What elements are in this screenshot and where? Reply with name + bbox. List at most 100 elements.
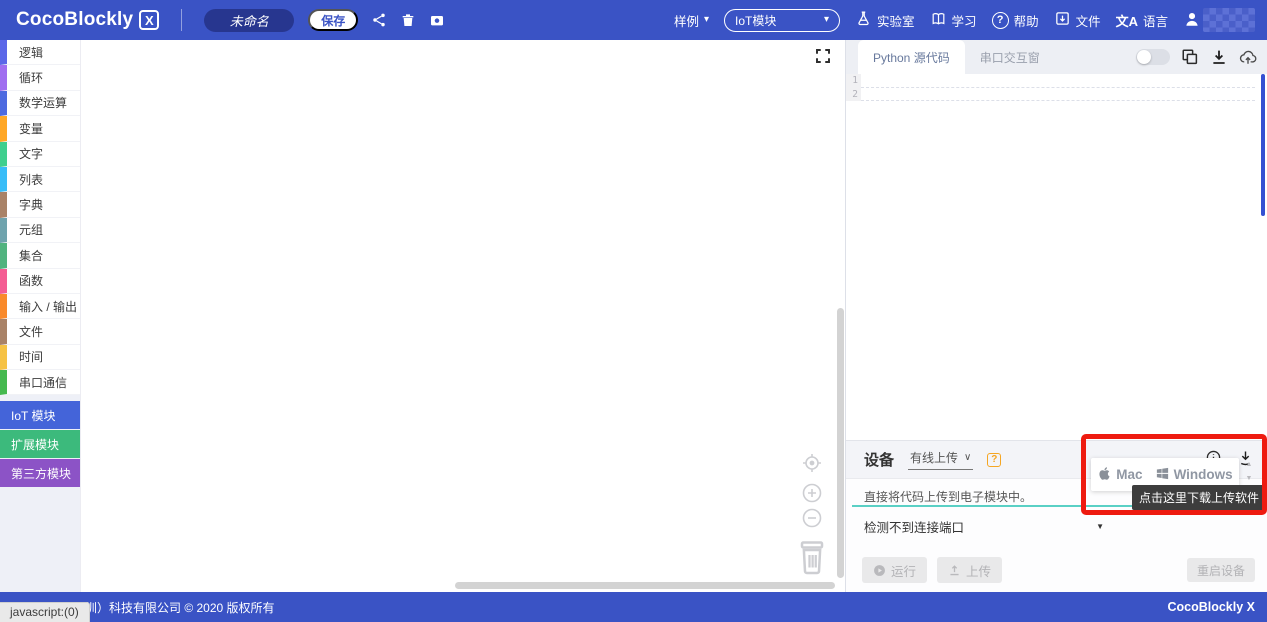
- screenshot-camera-icon[interactable]: [428, 12, 445, 29]
- sidebar-item-tuple[interactable]: 元组: [0, 218, 80, 243]
- footer-brand: CocoBlockly X: [1167, 600, 1255, 614]
- cloud-upload-icon[interactable]: [1239, 48, 1257, 66]
- line-number: 1: [846, 74, 861, 88]
- run-button[interactable]: 运行: [862, 557, 927, 583]
- module-label: IoT 模块: [11, 407, 55, 424]
- sidebar-item-loop[interactable]: 循环: [0, 65, 80, 90]
- select-caret-icon: ▼: [1096, 522, 1104, 531]
- trash-icon[interactable]: [797, 540, 827, 576]
- book-icon: [930, 10, 947, 30]
- device-panel: 设备 有线上传 ∨ ?: [846, 440, 1267, 592]
- caret-down-icon: ▾: [824, 15, 829, 25]
- download-windows-button[interactable]: Windows: [1155, 466, 1233, 484]
- sidebar-item-extension-module[interactable]: 扩展模块: [0, 430, 80, 458]
- port-status-text: 检测不到连接端口: [864, 517, 964, 536]
- code-line-row: 2: [846, 88, 1267, 102]
- upload-button[interactable]: 上传: [937, 557, 1002, 583]
- module-selector-dropdown[interactable]: IoT模块 ▾: [724, 9, 840, 32]
- sidebar-item-io[interactable]: 输入 / 输出: [0, 294, 80, 319]
- download-code-icon[interactable]: [1210, 48, 1228, 66]
- category-label: 列表: [19, 171, 43, 188]
- vertical-scrollbar[interactable]: [837, 308, 844, 578]
- module-selector-value: IoT模块: [735, 12, 776, 29]
- windows-icon: [1155, 466, 1170, 484]
- brand-logo: CocoBlockly X: [16, 9, 159, 31]
- sidebar-item-time[interactable]: 时间: [0, 345, 80, 370]
- category-label: 变量: [19, 120, 43, 137]
- brand-badge: X: [139, 10, 159, 30]
- category-label: 数学运算: [19, 94, 67, 111]
- sidebar-item-thirdparty-module[interactable]: 第三方模块: [0, 459, 80, 487]
- sidebar-item-list[interactable]: 列表: [0, 167, 80, 192]
- brand-name: CocoBlockly: [16, 9, 133, 31]
- code-sync-toggle[interactable]: [1136, 49, 1170, 65]
- sidebar-item-set[interactable]: 集合: [0, 243, 80, 268]
- sidebar-item-serial[interactable]: 串口通信: [0, 370, 80, 395]
- fullscreen-icon[interactable]: [814, 47, 832, 65]
- code-scrollbar[interactable]: [1261, 74, 1265, 216]
- sidebar-item-dictionary[interactable]: 字典: [0, 192, 80, 217]
- code-tabbar: Python 源代码 串口交互窗: [846, 40, 1267, 74]
- zoom-in-icon[interactable]: [800, 481, 824, 505]
- nav-learn[interactable]: 学习: [930, 10, 977, 30]
- nav-language-label: 语言: [1143, 11, 1168, 30]
- category-label: 串口通信: [19, 374, 67, 391]
- toggle-knob: [1137, 50, 1151, 64]
- block-category-sidebar: 逻辑 循环 数学运算 变量 文字 列表 字典 元组 集合 函数 输入 / 输出 …: [0, 40, 80, 592]
- save-button[interactable]: 保存: [308, 9, 358, 31]
- sidebar-item-logic[interactable]: 逻辑: [0, 40, 80, 65]
- scroll-up-arrow: ▲: [1246, 461, 1253, 468]
- nav-help[interactable]: ? 帮助: [992, 11, 1039, 30]
- popup-mini-scrollbar[interactable]: ▲ ▼: [1244, 461, 1254, 482]
- port-select-dropdown[interactable]: 检测不到连接端口 ▼: [864, 517, 1104, 536]
- sidebar-item-math[interactable]: 数学运算: [0, 91, 80, 116]
- nav-language[interactable]: 文A 语言: [1116, 11, 1168, 30]
- sidebar-item-variables[interactable]: 变量: [0, 116, 80, 141]
- mac-label: Mac: [1116, 467, 1142, 482]
- zoom-out-icon[interactable]: [800, 506, 824, 530]
- app-window: CocoBlockly X 未命名 保存 样例 ▾ IoT模块 ▾ 实: [0, 0, 1267, 622]
- nav-file[interactable]: 文件: [1054, 10, 1101, 30]
- nav-lab-label: 实验室: [877, 11, 915, 30]
- nav-lab[interactable]: 实验室: [855, 10, 915, 30]
- file-import-icon: [1054, 10, 1071, 30]
- sidebar-item-function[interactable]: 函数: [0, 269, 80, 294]
- header-divider: [181, 9, 182, 31]
- sidebar-item-iot-module[interactable]: IoT 模块: [0, 401, 80, 429]
- examples-dropdown[interactable]: 样例 ▾: [674, 11, 709, 30]
- browser-status-bubble: javascript:(0): [0, 602, 90, 622]
- device-title: 设备: [864, 449, 894, 470]
- python-code-editor[interactable]: 1 2: [846, 74, 1267, 440]
- share-icon[interactable]: [370, 12, 387, 29]
- restart-device-button[interactable]: 重启设备: [1187, 558, 1255, 582]
- code-line-empty: [861, 74, 1255, 88]
- tab-serial-monitor[interactable]: 串口交互窗: [965, 40, 1055, 74]
- sidebar-item-file[interactable]: 文件: [0, 319, 80, 344]
- copy-code-icon[interactable]: [1181, 48, 1199, 66]
- category-label: 字典: [19, 196, 43, 213]
- blockly-workspace[interactable]: [80, 40, 845, 592]
- sidebar-item-text[interactable]: 文字: [0, 142, 80, 167]
- user-account[interactable]: [1183, 8, 1255, 32]
- caret-down-icon: ▾: [704, 15, 709, 25]
- category-label: 循环: [19, 69, 43, 86]
- code-panel: Python 源代码 串口交互窗 1: [845, 40, 1267, 592]
- code-line-row: 1: [846, 74, 1267, 88]
- help-glyph: ?: [997, 14, 1004, 26]
- horizontal-scrollbar[interactable]: [455, 582, 835, 589]
- delete-icon[interactable]: [399, 12, 416, 29]
- help-circle-icon: ?: [992, 12, 1009, 29]
- module-label: 扩展模块: [11, 436, 59, 453]
- category-label: 函数: [19, 272, 43, 289]
- project-name-pill[interactable]: 未命名: [204, 9, 294, 32]
- download-mac-button[interactable]: Mac: [1097, 466, 1142, 484]
- flask-icon: [855, 10, 872, 30]
- help-glyph: ?: [991, 454, 997, 465]
- upload-help-icon[interactable]: ?: [987, 453, 1001, 467]
- scroll-down-arrow: ▼: [1246, 475, 1253, 482]
- copyright-text: 圳）科技有限公司 © 2020 版权所有: [85, 599, 275, 616]
- upload-mode-dropdown[interactable]: 有线上传 ∨: [908, 449, 973, 470]
- language-icon: 文A: [1116, 11, 1138, 30]
- tab-python-source[interactable]: Python 源代码: [858, 40, 965, 74]
- center-workspace-icon[interactable]: [800, 451, 824, 475]
